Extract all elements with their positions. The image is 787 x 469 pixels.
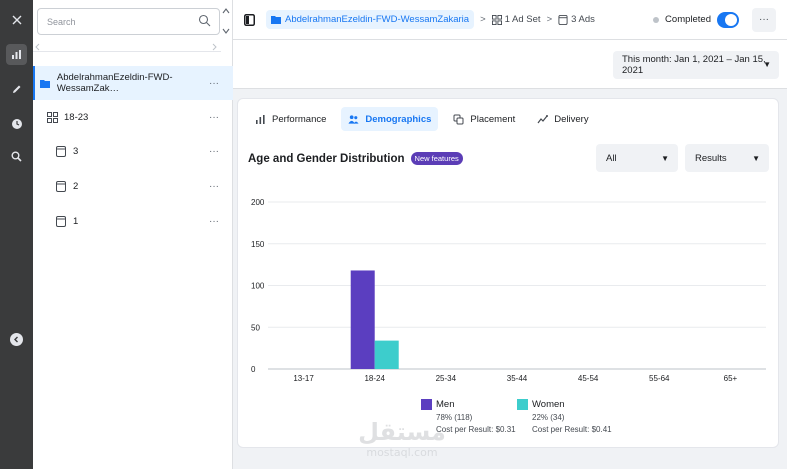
caret-down-icon: ▼: [763, 60, 771, 69]
y-tick-label: 200: [251, 198, 265, 207]
search-placeholder: Search: [47, 17, 76, 27]
breadcrumb-campaign-label: AbdelrahmanEzeldin-FWD-WessamZakaria: [285, 14, 470, 25]
tree-item-label: 18-23: [64, 111, 89, 123]
tree-item-ad[interactable]: 2 ···: [33, 169, 233, 203]
date-range-button[interactable]: This month: Jan 1, 2021 – Jan 15, 2021 ▼: [613, 51, 779, 79]
legend-share: 22% (34): [532, 413, 565, 422]
breadcrumb: AbdelrahmanEzeldin-FWD-WessamZakaria > 1…: [266, 10, 595, 29]
y-tick-label: 0: [251, 365, 256, 374]
legend-name: Men: [436, 399, 455, 410]
folder-icon: [39, 77, 51, 89]
more-options-icon[interactable]: ···: [209, 112, 219, 123]
x-tick-label: 45-54: [578, 374, 599, 383]
breadcrumb-ad-set[interactable]: 1 Ad Set: [491, 14, 541, 25]
search-icon: [198, 14, 211, 27]
breadcrumb-campaign[interactable]: AbdelrahmanEzeldin-FWD-WessamZakaria: [266, 10, 475, 29]
more-options-icon[interactable]: ···: [209, 146, 219, 157]
ad-icon: [558, 14, 568, 25]
date-range-label: This month: Jan 1, 2021 – Jan 15, 2021: [622, 54, 766, 76]
breadcrumb-separator: >: [480, 14, 486, 25]
tree-item-campaign[interactable]: AbdelrahmanEzeldin-FWD-WessamZak… ···: [33, 66, 233, 100]
mostaql-watermark-logo: مستقل mostaql.com: [358, 418, 446, 459]
x-tick-label: 35-44: [507, 374, 528, 383]
ad-set-icon: [46, 111, 58, 123]
status-label: Completed: [665, 14, 711, 25]
search-input[interactable]: Search: [37, 8, 220, 35]
close-icon[interactable]: [6, 9, 27, 30]
legend-name: Women: [532, 399, 565, 410]
ad-icon: [55, 180, 67, 192]
ad-set-icon: [491, 14, 502, 25]
sidebar-toggle-icon[interactable]: [244, 13, 255, 26]
tree-item-label: AbdelrahmanEzeldin-FWD-WessamZak…: [56, 72, 173, 94]
age-gender-bar-chart: 200 150 100 50 0 13-17 18-24 25-34 35-44 45-54 55-…: [251, 198, 766, 383]
x-tick-label: 18-24: [364, 374, 385, 383]
x-tick-label: 65+: [724, 374, 738, 383]
y-tick-label: 150: [251, 240, 265, 249]
breadcrumb-ads[interactable]: 3 Ads: [558, 14, 595, 25]
x-tick-label: 13-17: [293, 374, 314, 383]
collapse-panel-icon[interactable]: [10, 333, 23, 346]
pencil-icon[interactable]: [6, 79, 27, 100]
more-button[interactable]: ···: [752, 7, 776, 32]
demographics-card: Performance Demographics Placement Deliv…: [237, 98, 779, 448]
tree-item-label: 1: [73, 215, 79, 227]
legend-cost: Cost per Result: $0.41: [532, 425, 612, 434]
svg-text:مستقل: مستقل: [358, 418, 446, 446]
clock-icon[interactable]: [6, 113, 27, 134]
tree-item-ad[interactable]: 1 ···: [33, 204, 233, 238]
legend-swatch-women: [517, 399, 528, 410]
tree-item-label: 3: [73, 145, 79, 157]
horizontal-scrollbar[interactable]: [33, 42, 221, 52]
svg-text:mostaql.com: mostaql.com: [366, 446, 437, 459]
ad-icon: [55, 145, 67, 157]
status-dot-icon: [653, 16, 660, 23]
more-options-icon[interactable]: ···: [209, 78, 219, 89]
status-group: Completed ···: [653, 7, 787, 32]
tree-item-label: 2: [73, 180, 79, 192]
tree-scroll-arrows[interactable]: [220, 5, 232, 35]
x-tick-label: 55-64: [649, 374, 670, 383]
ad-icon: [55, 215, 67, 227]
y-tick-label: 50: [251, 323, 260, 332]
folder-icon: [271, 16, 281, 24]
date-bar: This month: Jan 1, 2021 – Jan 15, 2021 ▼: [233, 41, 787, 89]
bar-chart-icon[interactable]: [6, 44, 27, 65]
search-zoom-icon[interactable]: [6, 146, 27, 167]
more-options-icon[interactable]: ···: [209, 181, 219, 192]
tree-item-ad-set[interactable]: 18-23 ···: [33, 100, 233, 134]
legend-swatch-men: [421, 399, 432, 410]
top-bar: AbdelrahmanEzeldin-FWD-WessamZakaria > 1…: [233, 0, 787, 40]
left-rail: [0, 0, 33, 469]
status-toggle[interactable]: [717, 11, 739, 28]
bar-men: [350, 270, 375, 369]
tree-item-ad[interactable]: 3 ···: [33, 134, 233, 168]
more-options-icon[interactable]: ···: [209, 216, 219, 227]
breadcrumb-ads-label: 3 Ads: [571, 14, 595, 25]
breadcrumb-ad-set-label: 1 Ad Set: [504, 14, 541, 25]
breadcrumb-separator: >: [546, 14, 553, 25]
y-tick-label: 100: [251, 282, 265, 291]
x-tick-label: 25-34: [436, 374, 457, 383]
bar-women: [374, 340, 399, 369]
